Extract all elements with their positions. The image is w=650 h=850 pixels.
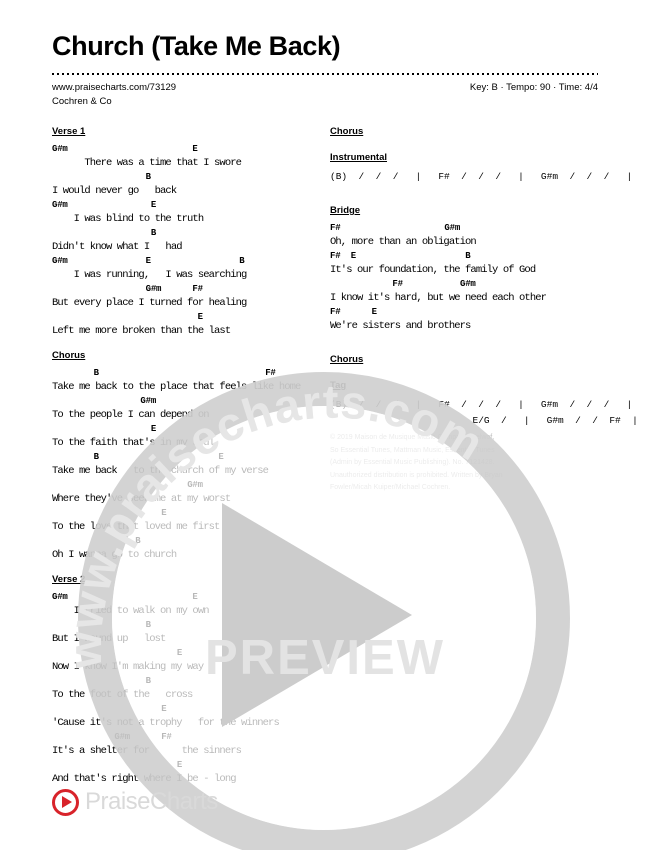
chord-line: E (52, 760, 183, 770)
copyright-line: © 2019 Maison de Musique Music Company, … (330, 434, 495, 441)
chord-line: F# E B (330, 251, 471, 261)
lyric-line: Left me more broken than the last (52, 325, 231, 337)
section-heading-chorus: Chorus (52, 350, 86, 361)
chord-line: B F# (52, 368, 276, 378)
left-column: Verse 1 G#m E There was a time that I sw… (52, 126, 307, 798)
section-heading-bridge: Bridge (330, 205, 361, 216)
copyright-block: © 2019 Maison de Musique Music Company, … (330, 432, 592, 495)
section-heading-chorus-ref-1: Chorus (330, 126, 364, 137)
chord-line: B (52, 172, 151, 182)
section-chorus: Chorus B F# Take me back to the place th… (52, 350, 307, 563)
chord-line: F# E (330, 307, 377, 317)
chord-chart-page: Church (Take Me Back) www.praisecharts.c… (0, 0, 650, 850)
lyric-line: I would never go back (52, 185, 177, 197)
section-heading-instrumental: Instrumental (330, 152, 388, 163)
play-circle-icon (52, 788, 79, 816)
lyric-line: But every place I turned for healing (52, 297, 247, 309)
praisecharts-logo[interactable]: PraiseCharts (52, 788, 218, 816)
lyric-line: It's a shelter for the sinners (52, 745, 242, 757)
chord-line: G#m E (52, 592, 198, 602)
chord-line: B (52, 620, 151, 630)
lyric-line: Now I know I'm making my way (52, 661, 204, 673)
copyright-line: Unauthorized distribution is prohibited.… (330, 471, 503, 479)
section-bridge: Bridge F# G#m Oh, more than an obligatio… (330, 205, 585, 334)
copyright-line: So Essential Tunes, Mattman Music, Essen… (330, 446, 495, 454)
lyric-line: We're sisters and brothers (330, 320, 471, 332)
chord-line: E (52, 648, 183, 658)
header-divider (52, 72, 598, 75)
lyric-line: But I wound up lost (52, 633, 166, 645)
copyright-line: (Admin by Essential Music Publishing). N… (330, 459, 495, 466)
lyric-line: There was a time that I swore (52, 157, 242, 169)
lyric-line: To the foot of the cross (52, 689, 193, 701)
section-verse-1: Verse 1 G#m E There was a time that I sw… (52, 126, 307, 339)
chart-url[interactable]: www.praisecharts.com/73129 (52, 81, 176, 95)
lyric-line: Take me back to the place that feels lik… (52, 381, 301, 393)
section-heading-verse-2: Verse 2 (52, 574, 86, 585)
lyric-line: 'Cause it's not a trophy for the winners (52, 717, 280, 729)
lyric-line: Didn't know what I had (52, 241, 183, 253)
chord-line: G#m E (52, 144, 198, 154)
lyric-line: And that's right where I be - long (52, 773, 237, 785)
copyright-line: Fowler/Micah Kuiper/Michael Cochren. (330, 484, 451, 491)
chord-line: B (52, 536, 141, 546)
chord-line: G#m E B (52, 256, 245, 266)
chord-line: G#m F# (52, 732, 172, 742)
chord-line: G#m E (52, 200, 157, 210)
measure-line: (B) / / / | F# / / / | G#m / / / | E / /… (330, 399, 650, 410)
lyric-line: To the love that loved me first (52, 521, 220, 533)
chord-line: E (52, 508, 167, 518)
chart-header: Church (Take Me Back) www.praisecharts.c… (52, 31, 598, 111)
lyric-line: It's our foundation, the family of God (330, 264, 536, 276)
chord-line: B (52, 228, 157, 238)
chord-line: F# G#m (330, 279, 476, 289)
lyric-line: Where they've seen me at my worst (52, 493, 231, 505)
lyric-line: Take me back to the church of my verse (52, 465, 269, 477)
chord-line: E (52, 704, 167, 714)
chord-line: G#m F# (52, 284, 203, 294)
lyric-line: Oh, more than an obligation (330, 236, 477, 248)
measure-line: (B) / / / | F# / / / | G#m / / / | E / /… (330, 171, 650, 182)
lyric-line: I know it's hard, but we need each other (330, 292, 547, 304)
measure-line: E/G / | G#m / / F# | (330, 415, 638, 426)
lyric-line: To the people I can depend on (52, 409, 210, 421)
chart-meta: www.praisecharts.com/73129 Cochren & Co … (52, 81, 598, 111)
lyric-line: I was running, I was searching (52, 269, 248, 281)
chord-line: F# G#m (330, 223, 461, 233)
lyric-line: I tried to walk on my own (52, 605, 210, 617)
section-heading-verse-1: Verse 1 (52, 126, 86, 137)
chord-line: G#m (52, 396, 157, 406)
chord-line: B E (52, 452, 224, 462)
right-column: Chorus Instrumental (B) / / / | F# / / /… (330, 126, 650, 440)
artist-name: Cochren & Co (52, 95, 112, 107)
page-title: Church (Take Me Back) (52, 31, 341, 61)
chord-line: E (52, 312, 203, 322)
lyric-line: I was blind to the truth (52, 213, 205, 225)
section-heading-chorus-ref-2: Chorus (330, 354, 364, 365)
chord-line: E (52, 424, 157, 434)
chord-line: G#m (52, 480, 203, 490)
logo-wordmark: PraiseCharts (85, 788, 218, 815)
section-heading-tag: Tag (330, 380, 347, 391)
chart-details: Key: B · Tempo: 90 · Time: 4/4 (469, 81, 598, 93)
section-instrumental: Instrumental (B) / / / | F# / / / | G#m … (330, 152, 650, 185)
lyric-line: Oh I wanna go to church (52, 549, 177, 561)
lyric-line: To the faith that's in my soul (52, 437, 215, 449)
section-verse-2: Verse 2 G#m E I tried to walk on my own … (52, 574, 307, 787)
section-tag: Tag (B) / / / | F# / / / | G#m / / / | E… (330, 380, 650, 429)
meta-left-group: www.praisecharts.com/73129 Cochren & Co (52, 81, 176, 109)
chord-line: B (52, 676, 151, 686)
